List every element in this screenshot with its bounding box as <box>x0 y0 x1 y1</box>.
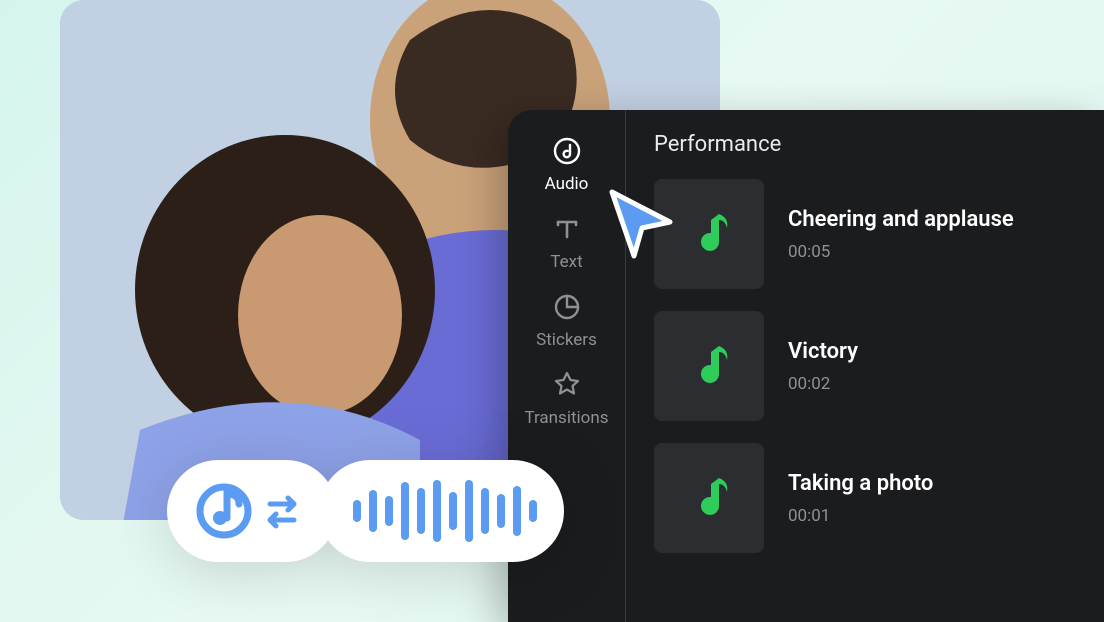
audio-panel: Audio Text Stickers <box>508 110 1104 622</box>
section-title: Performance <box>654 132 1076 157</box>
audio-track[interactable]: Cheering and applause 00:05 <box>654 179 1076 289</box>
sidebar-item-label: Transitions <box>524 408 608 428</box>
music-note-icon <box>681 470 737 526</box>
track-thumb <box>654 443 764 553</box>
audio-icon <box>550 134 584 168</box>
transitions-icon <box>550 368 584 402</box>
sidebar-item-text[interactable]: Text <box>522 212 612 272</box>
track-duration: 00:02 <box>788 374 858 394</box>
text-icon <box>550 212 584 246</box>
audio-track[interactable]: Victory 00:02 <box>654 311 1076 421</box>
track-title: Taking a photo <box>788 471 933 496</box>
music-note-icon <box>681 338 737 394</box>
swap-icon <box>270 498 294 526</box>
track-title: Cheering and applause <box>788 207 1014 232</box>
audio-track[interactable]: Taking a photo 00:01 <box>654 443 1076 553</box>
music-note-icon <box>681 206 737 262</box>
stickers-icon <box>550 290 584 324</box>
sidebar-item-label: Text <box>550 252 582 272</box>
track-duration: 00:01 <box>788 506 933 526</box>
track-duration: 00:05 <box>788 242 1014 262</box>
sidebar-item-label: Audio <box>545 174 589 194</box>
sidebar-item-label: Stickers <box>536 330 597 350</box>
sidebar-item-transitions[interactable]: Transitions <box>522 368 612 428</box>
badge-right <box>319 460 564 562</box>
audio-list: Performance Cheering and applause 00:05 <box>626 110 1104 622</box>
disc-note-icon <box>200 487 248 535</box>
waveform-icon <box>337 476 547 546</box>
track-title: Victory <box>788 339 858 364</box>
cursor-icon <box>604 186 682 264</box>
sidebar-item-stickers[interactable]: Stickers <box>522 290 612 350</box>
sidebar-item-audio[interactable]: Audio <box>522 134 612 194</box>
badge-left <box>167 460 337 562</box>
track-thumb <box>654 311 764 421</box>
audio-swap-badge <box>167 460 564 562</box>
